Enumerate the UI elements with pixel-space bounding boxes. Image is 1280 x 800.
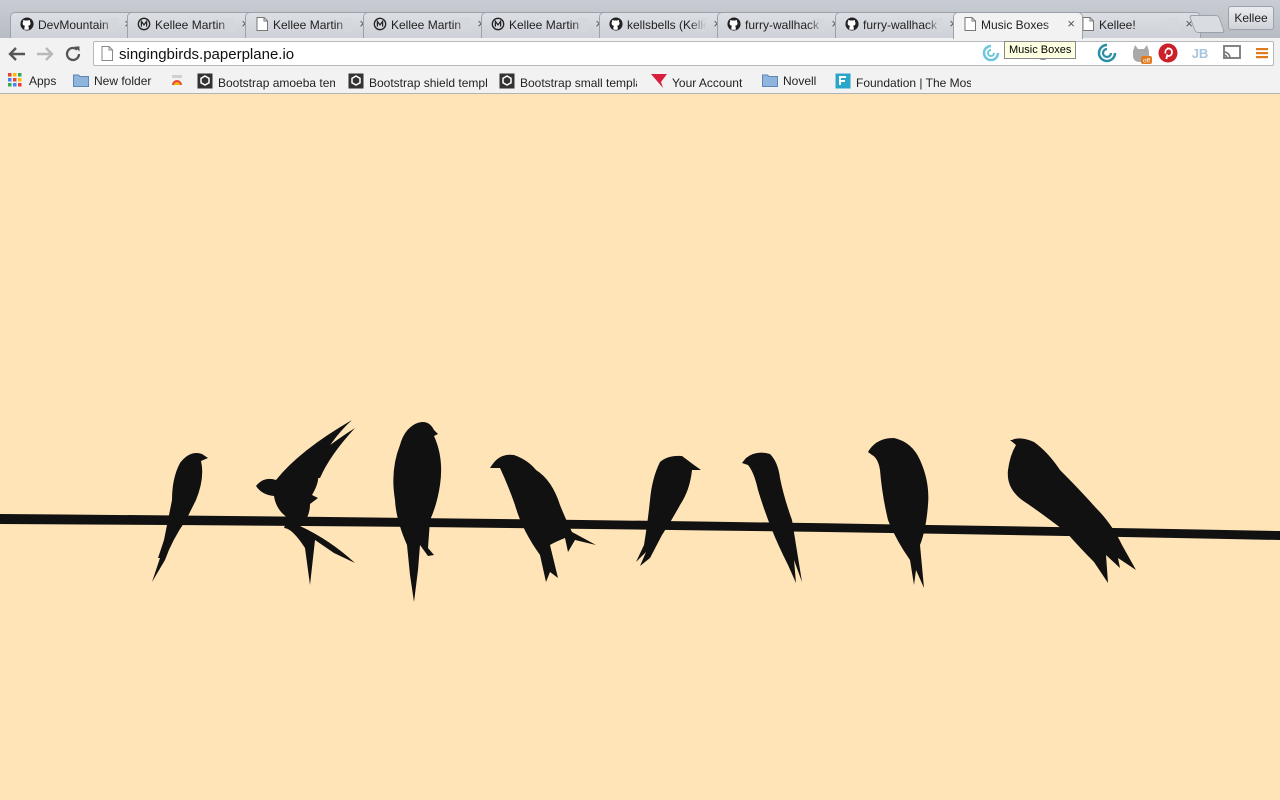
- tab-strip: DevMountain × Kellee Martin × Kellee Mar…: [0, 0, 1280, 39]
- github-icon: [727, 17, 741, 31]
- arrow-right-icon: [37, 47, 54, 61]
- tab-title: Kellee Martin: [155, 18, 234, 32]
- tab-devmountain[interactable]: DevMountain ×: [10, 12, 140, 38]
- url-text: singingbirds.paperplane.io: [119, 46, 295, 63]
- bookmark-foundation[interactable]: Foundation | The Most Advanced: [835, 73, 971, 91]
- bookmark-bootstrap-shield[interactable]: Bootstrap shield template: [348, 73, 487, 91]
- color-icon: [170, 73, 186, 87]
- bookmark-label: Novell: [783, 74, 817, 88]
- bookmark-color[interactable]: [170, 73, 188, 91]
- folder-icon: [762, 73, 778, 87]
- tab-title: DevMountain: [38, 18, 117, 32]
- tab-furry-wallhack-2[interactable]: furry-wallhack ×: [835, 12, 965, 38]
- bird-2[interactable]: [256, 420, 355, 585]
- cat-off-icon[interactable]: off: [1129, 43, 1153, 65]
- new-tab-button[interactable]: [1188, 15, 1226, 33]
- tab-title: furry-wallhack: [745, 18, 824, 32]
- hex-icon: [197, 73, 213, 89]
- tab-title: Kellee Martin: [391, 18, 470, 32]
- tab-kellsbells[interactable]: kellsbells (Kellee) ×: [599, 12, 729, 38]
- bookmark-label: Your Account: [672, 76, 743, 90]
- close-icon[interactable]: ×: [1067, 16, 1075, 31]
- github-icon: [845, 17, 859, 31]
- birds-on-wire-scene: [0, 420, 1280, 602]
- meetup-icon: [491, 17, 505, 31]
- tab-kellee-martin-2[interactable]: Kellee Martin ×: [245, 12, 375, 38]
- reload-button[interactable]: [63, 44, 83, 64]
- page-icon: [101, 46, 113, 66]
- swirl-icon[interactable]: [981, 43, 1001, 63]
- arrow-left-icon: [8, 47, 25, 61]
- apps-grid-icon: [8, 73, 24, 87]
- bookmark-label: Bootstrap small template: [520, 76, 637, 90]
- page-icon: [963, 17, 977, 31]
- tooltip: Music Boxes: [1004, 41, 1077, 59]
- page-icon: [255, 17, 269, 31]
- forward-button[interactable]: [35, 44, 55, 64]
- bookmark-label: Bootstrap shield template: [369, 76, 487, 90]
- tab-kellee[interactable]: Kellee! ×: [1071, 12, 1201, 38]
- page-icon: [1081, 17, 1095, 31]
- bookmark-novell[interactable]: Novell: [762, 73, 822, 91]
- tab-title: Kellee Martin: [509, 18, 588, 32]
- red-flag-icon: [651, 73, 667, 88]
- tab-music-boxes[interactable]: Music Boxes ×: [953, 12, 1083, 39]
- foundation-icon: [835, 73, 851, 89]
- tab-title: furry-wallhack: [863, 18, 942, 32]
- tab-title: Kellee!: [1099, 18, 1178, 32]
- tab-kellee-martin-3[interactable]: Kellee Martin ×: [363, 12, 493, 38]
- toolbar: singingbirds.paperplane.io off JB: [0, 38, 1280, 70]
- jb-label: JB: [1192, 46, 1209, 61]
- tab-title: Music Boxes: [981, 18, 1060, 32]
- bookmark-label: New folder: [94, 74, 152, 88]
- bookmark-label: Foundation | The Most Advanced: [856, 76, 971, 90]
- pinterest-icon[interactable]: [1158, 43, 1178, 63]
- tab-title: kellsbells (Kellee): [627, 18, 706, 32]
- github-icon: [20, 17, 34, 31]
- jb-icon[interactable]: JB: [1190, 43, 1210, 63]
- hex-icon: [348, 73, 364, 89]
- bookmark-new-folder[interactable]: New folder: [73, 73, 161, 91]
- menu-icon[interactable]: [1252, 43, 1272, 63]
- bird-8[interactable]: [1007, 438, 1136, 583]
- back-button[interactable]: [7, 44, 27, 64]
- bird-5[interactable]: [636, 455, 701, 566]
- tab-kellee-martin-4[interactable]: Kellee Martin ×: [481, 12, 611, 38]
- bookmark-label: Bootstrap amoeba template: [218, 76, 335, 90]
- hex-icon: [499, 73, 515, 89]
- bookmarks-bar: Apps New folder Bootstrap amoeba templat…: [0, 70, 1280, 94]
- tab-title: Kellee Martin: [273, 18, 352, 32]
- swirl-teal-icon[interactable]: [1097, 43, 1117, 63]
- meetup-icon: [373, 17, 387, 31]
- bird-6[interactable]: [742, 452, 802, 583]
- meetup-icon: [137, 17, 151, 31]
- reload-icon: [65, 46, 81, 62]
- bookmark-label: Apps: [29, 74, 57, 88]
- bookmark-apps[interactable]: Apps: [8, 73, 60, 91]
- tab-furry-wallhack-1[interactable]: furry-wallhack ×: [717, 12, 847, 38]
- bird-7[interactable]: [868, 438, 929, 588]
- folder-icon: [73, 73, 89, 87]
- bookmark-bootstrap-amoeba[interactable]: Bootstrap amoeba template: [197, 73, 335, 91]
- page-content: [0, 95, 1280, 800]
- profile-button[interactable]: Kellee: [1228, 6, 1274, 30]
- bird-4[interactable]: [490, 454, 596, 582]
- ext-badge: off: [1143, 58, 1150, 65]
- bookmark-your-account[interactable]: Your Account: [651, 73, 751, 91]
- bird-3[interactable]: [393, 422, 442, 602]
- cast-icon[interactable]: [1222, 43, 1242, 63]
- bookmark-bootstrap-small[interactable]: Bootstrap small template: [499, 73, 637, 91]
- tab-kellee-martin-1[interactable]: Kellee Martin ×: [127, 12, 257, 38]
- github-icon: [609, 17, 623, 31]
